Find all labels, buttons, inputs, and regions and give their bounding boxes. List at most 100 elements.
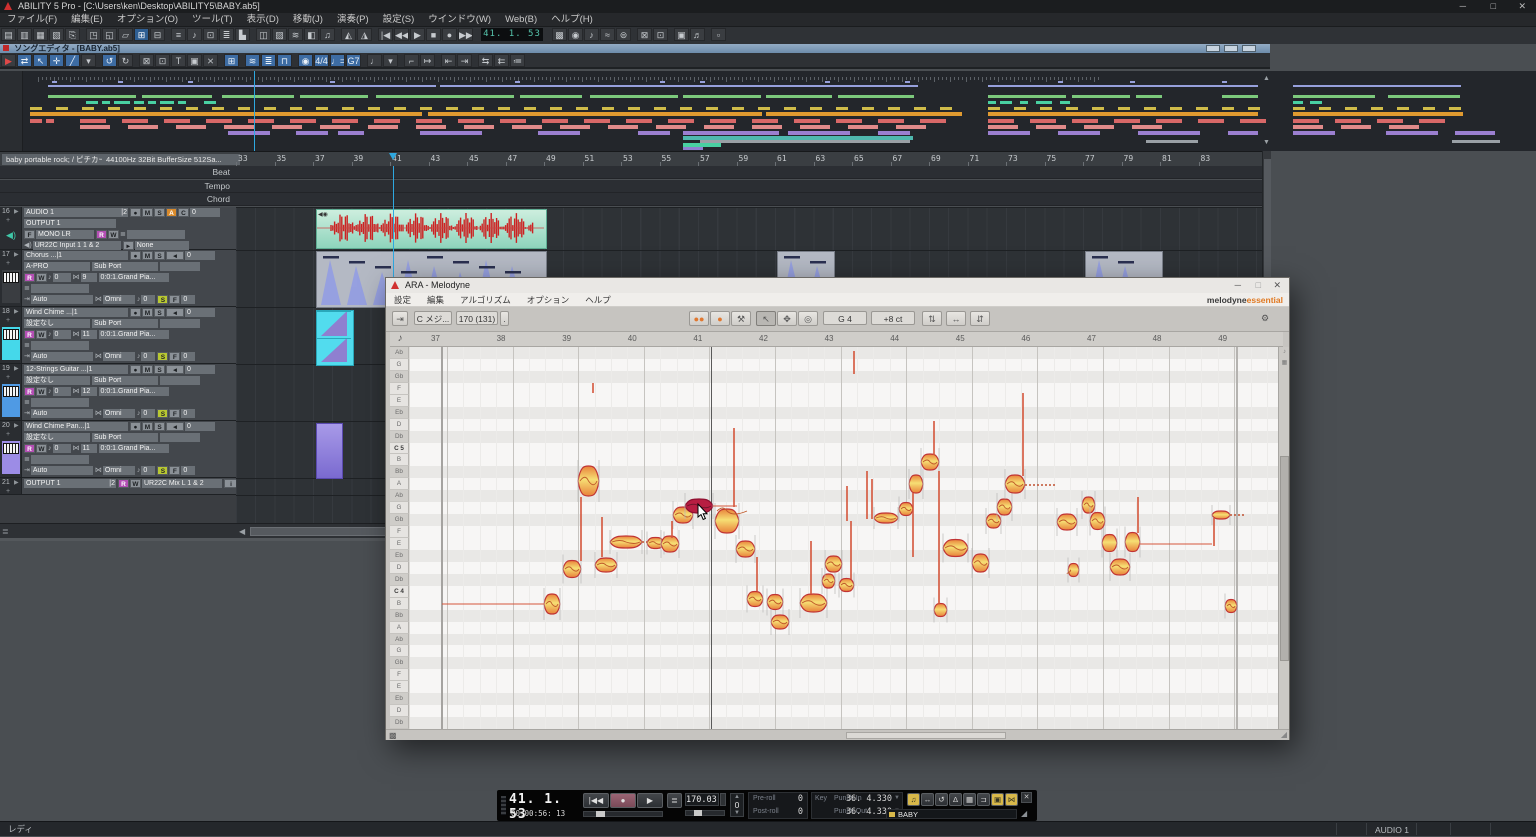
- chip-M[interactable]: M: [142, 308, 153, 317]
- toolbar1-button-19[interactable]: ▨: [272, 28, 287, 41]
- chip-R[interactable]: R: [24, 387, 35, 396]
- field[interactable]: 11: [81, 330, 97, 339]
- melodyne-keyboard-icon[interactable]: ▩: [389, 731, 397, 740]
- audio-clip[interactable]: ◀◉: [316, 209, 547, 249]
- melodyne-quantize-time-button[interactable]: ↔: [946, 311, 966, 326]
- minimize-button[interactable]: ─: [1460, 0, 1466, 13]
- toolbar2-button-25[interactable]: G7: [346, 54, 361, 67]
- track-expand-icon[interactable]: ▶: [14, 208, 19, 215]
- field[interactable]: 0: [181, 295, 195, 304]
- toolbar2-button-16[interactable]: ⊞: [224, 54, 239, 67]
- toolbar2-button-28[interactable]: ▾: [383, 54, 398, 67]
- menu-5[interactable]: 移動(J): [286, 13, 330, 27]
- melodyne-blob[interactable]: [909, 475, 923, 493]
- field[interactable]: AUDIO 1|2: [24, 208, 128, 217]
- melodyne-ruler[interactable]: 37383940414243444546474849: [390, 332, 1283, 347]
- field[interactable]: [160, 262, 200, 271]
- field[interactable]: 0: [141, 466, 155, 475]
- record-arm-chip[interactable]: ●: [130, 208, 141, 217]
- toolbar2-button-31[interactable]: ↦: [420, 54, 435, 67]
- melodyne-window[interactable]: ARA - Melodyne ─ □ ✕ melodyneessential 設…: [385, 277, 1290, 740]
- position-slider-thumb[interactable]: [596, 811, 605, 817]
- chip-W[interactable]: W: [36, 387, 47, 396]
- field[interactable]: 0: [181, 466, 195, 475]
- toolbar2-button-30[interactable]: ⌐: [404, 54, 419, 67]
- field[interactable]: 0: [53, 330, 71, 339]
- play-button[interactable]: ▶: [637, 793, 663, 808]
- record-arm-chip[interactable]: ●: [130, 365, 141, 374]
- arrangement-overview[interactable]: ▲ ▼: [0, 71, 1536, 151]
- menu-8[interactable]: ウインドウ(W): [421, 13, 498, 27]
- toolbar2-button-27[interactable]: ♩: [367, 54, 382, 67]
- field[interactable]: 9: [81, 273, 97, 282]
- toolbar1-button-30[interactable]: ■: [426, 28, 441, 41]
- chip-W[interactable]: W: [130, 479, 141, 488]
- record-arm-chip[interactable]: ●: [130, 251, 141, 260]
- chip-F[interactable]: F: [169, 466, 180, 475]
- toolbar2-button-12[interactable]: T: [171, 54, 186, 67]
- melodyne-scale-toggle-icon[interactable]: ♪: [1280, 349, 1289, 357]
- transport-mode-button-3[interactable]: Δ: [949, 793, 962, 806]
- field[interactable]: 設定なし: [24, 319, 90, 328]
- melodyne-arrow-tool-button[interactable]: ↖: [756, 311, 776, 326]
- melodyne-tempo-field[interactable]: 170 (131): [456, 311, 498, 325]
- track-expand-icon[interactable]: ▶: [14, 479, 19, 486]
- toolbar1-button-22[interactable]: ♫: [320, 28, 335, 41]
- melodyne-hscroll-thumb[interactable]: [846, 732, 1006, 739]
- field[interactable]: 11: [81, 444, 97, 453]
- tempo-spin-button[interactable]: [720, 793, 726, 806]
- toolbar2-button-7[interactable]: ↺: [102, 54, 117, 67]
- playhead-marker[interactable]: [389, 153, 397, 160]
- toolbar2-button-33[interactable]: ⇤: [441, 54, 456, 67]
- melodyne-blobs[interactable]: [410, 347, 1278, 729]
- field[interactable]: Wind Chime Pan...|1: [24, 422, 128, 431]
- chip-F[interactable]: F: [169, 409, 180, 418]
- toolbar1-button-21[interactable]: ◧: [304, 28, 319, 41]
- toolbar1-button-9[interactable]: ⊞: [134, 28, 149, 41]
- toolbar1-button-24[interactable]: ◭: [341, 28, 356, 41]
- melodyne-main-tool-button[interactable]: ●●: [689, 311, 709, 326]
- field[interactable]: Wind Chime ...|1: [24, 308, 128, 317]
- chip-W[interactable]: W: [36, 444, 47, 453]
- melodyne-scale-field[interactable]: C メジ...: [414, 311, 452, 325]
- chip-M[interactable]: M: [142, 251, 153, 260]
- transport-close-icon[interactable]: ✕: [1021, 792, 1032, 803]
- field[interactable]: 0: [185, 422, 215, 431]
- track-header-16[interactable]: 16▶+◀)AUDIO 1|2●MSAC0OUTPUT 1FMONO LRRW≣…: [0, 207, 236, 250]
- loop-counter[interactable]: ▲ 0 ▼: [730, 793, 744, 817]
- menu-4[interactable]: 表示(D): [240, 13, 286, 27]
- track-add-icon[interactable]: +: [6, 217, 10, 224]
- toolbar1-button-8[interactable]: ▱: [118, 28, 133, 41]
- melodyne-menu-4[interactable]: ヘルプ: [577, 293, 619, 307]
- toolbar1-button-46[interactable]: ♬: [690, 28, 705, 41]
- field[interactable]: 0: [53, 387, 71, 396]
- toolbar2-button-2[interactable]: ↖: [33, 54, 48, 67]
- field[interactable]: 0: [141, 295, 155, 304]
- melodyne-menu-2[interactable]: アルゴリズム: [452, 293, 519, 307]
- field[interactable]: 0:0:1.Grand Pia...: [99, 387, 169, 396]
- field[interactable]: 0:0:1.Grand Pia...: [99, 444, 169, 453]
- field[interactable]: Auto: [31, 295, 93, 304]
- toolbar2-button-11[interactable]: ⊡: [155, 54, 170, 67]
- toolbar2-button-4[interactable]: ╱: [65, 54, 80, 67]
- toolbar2-button-5[interactable]: ▾: [81, 54, 96, 67]
- toolbar1-button-1[interactable]: ▥: [17, 28, 32, 41]
- toolbar1-button-37[interactable]: ◉: [568, 28, 583, 41]
- chip-A[interactable]: A: [166, 208, 177, 217]
- toolbar1-button-20[interactable]: ≋: [288, 28, 303, 41]
- chip-S[interactable]: S: [157, 466, 168, 475]
- toolbar2-button-19[interactable]: ≣: [261, 54, 276, 67]
- melodyne-minimize-button[interactable]: ─: [1235, 278, 1241, 293]
- field[interactable]: Auto: [31, 409, 93, 418]
- melodyne-pitch-grid[interactable]: [410, 347, 1278, 729]
- field[interactable]: 0: [185, 365, 215, 374]
- toolbar2-button-18[interactable]: ≋: [245, 54, 260, 67]
- field[interactable]: [160, 433, 200, 442]
- field[interactable]: OUTPUT 1: [24, 219, 116, 228]
- song-editor-titlebar[interactable]: ソングエディタ - [BABY.ab5]: [0, 44, 1270, 53]
- marker-list-button[interactable]: ≣: [667, 793, 682, 808]
- melodyne-menu-3[interactable]: オプション: [519, 293, 578, 307]
- toolbar1-button-36[interactable]: ▩: [552, 28, 567, 41]
- melodyne-blob[interactable]: [934, 604, 947, 617]
- chip-W[interactable]: W: [36, 273, 47, 282]
